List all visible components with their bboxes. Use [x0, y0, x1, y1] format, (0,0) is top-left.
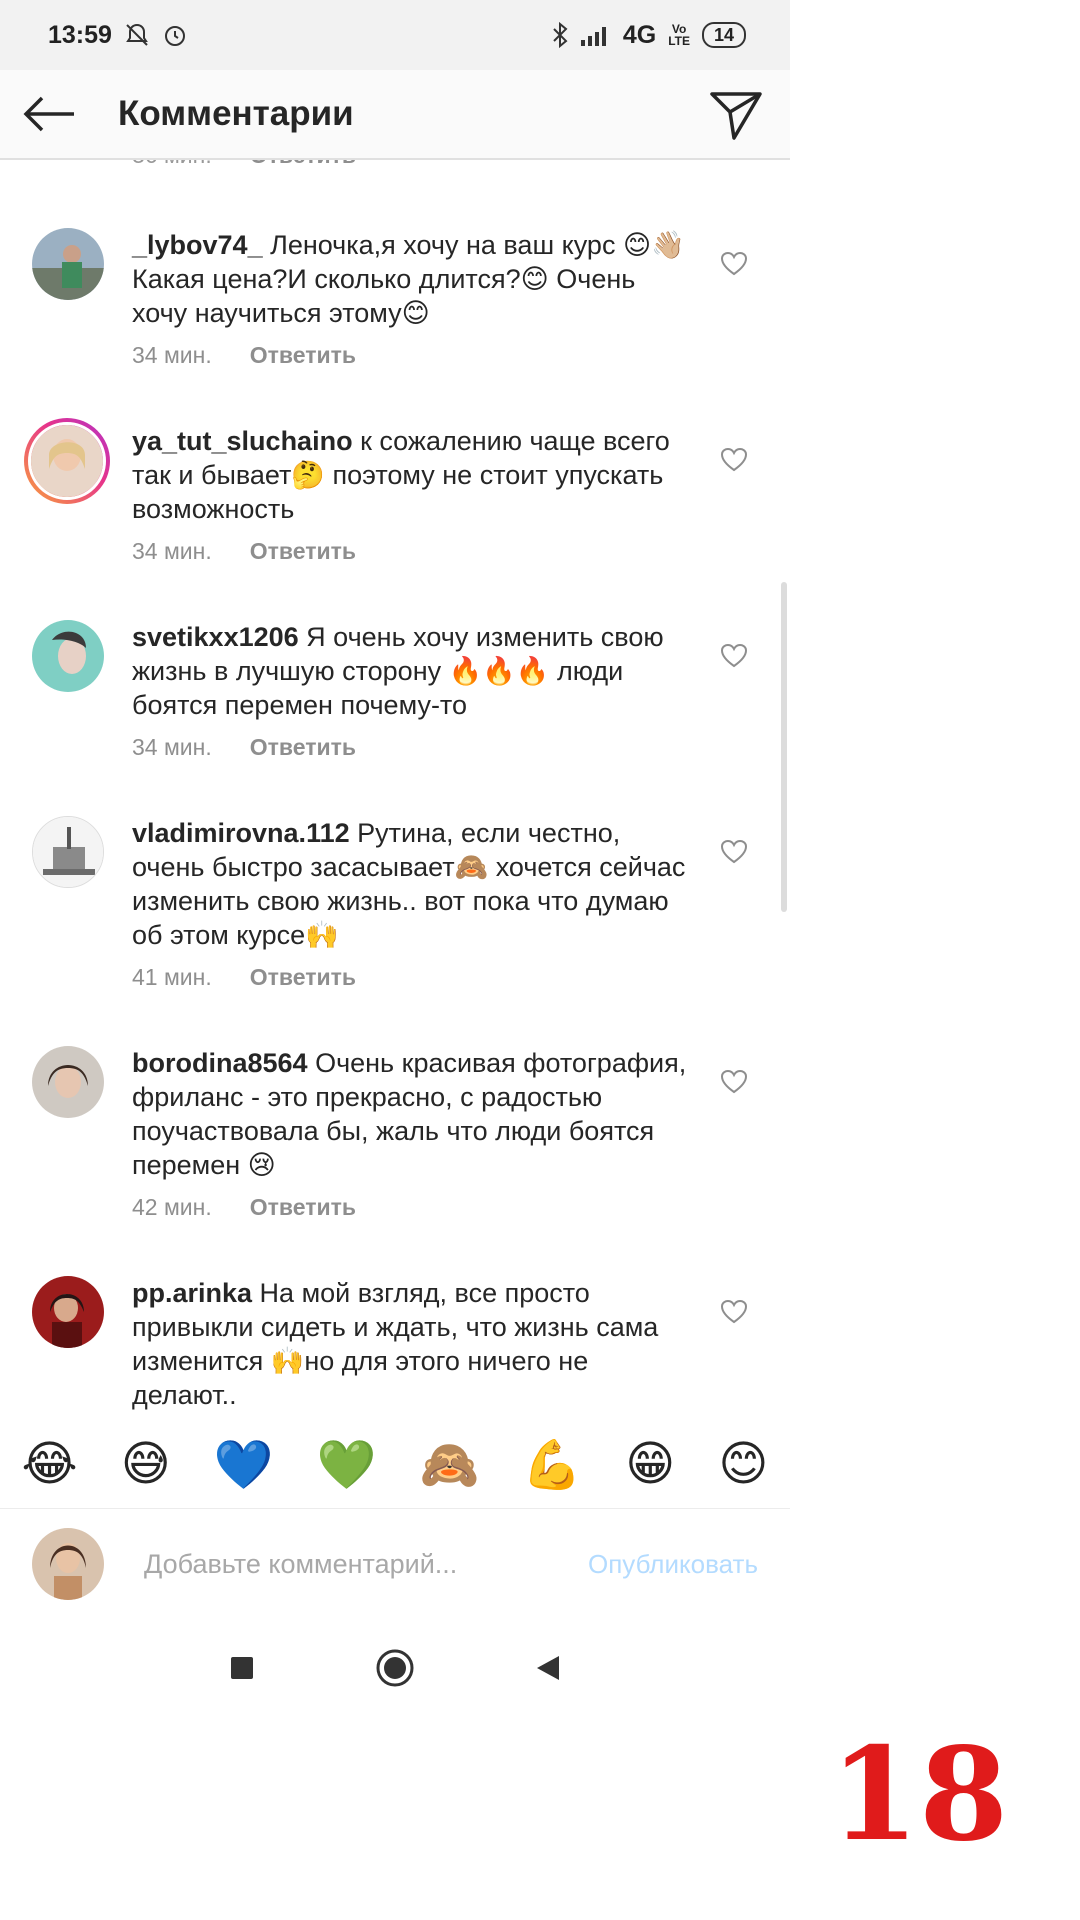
comment-meta: 34 мин. Ответить	[132, 732, 692, 762]
comment-meta: 34 мин. Ответить	[132, 536, 692, 566]
avatar[interactable]	[32, 1276, 104, 1348]
comment-username[interactable]: svetikxx1206	[132, 622, 299, 652]
emoji-quick-bar: 😂 😅 💙 💚 🙈 💪 😁 😊	[0, 1422, 790, 1506]
signal-icon	[580, 27, 606, 46]
comment-body: borodina8564 Очень красивая фотография, …	[132, 1046, 692, 1222]
comment-body: vladimirovna.112 Рутина, если честно, оч…	[132, 816, 692, 992]
comment-composer: Опубликовать	[0, 1508, 790, 1619]
comment-time: 41 мин.	[132, 964, 212, 990]
avatar[interactable]	[32, 620, 104, 692]
comment-body: _lybov74_ Леночка,я хочу на ваш курс 😊👋🏼…	[132, 228, 692, 370]
status-bar: 13:59 4G Vo LTE 14	[0, 0, 790, 70]
emoji-grin-button[interactable]: 😁	[625, 1436, 675, 1492]
battery-level: 14	[713, 25, 734, 45]
comment-body: svetikxx1206 Я очень хочу изменить свою …	[132, 620, 692, 762]
reply-button[interactable]: Ответить	[250, 342, 356, 368]
page-number: 18	[830, 1720, 1009, 1870]
reply-button[interactable]: Ответить	[250, 964, 356, 990]
comment-username[interactable]: borodina8564	[132, 1048, 308, 1078]
emoji-sweat-smile-button[interactable]: 😅	[121, 1436, 171, 1492]
status-right: 4G Vo LTE 14	[551, 21, 746, 50]
network-label: 4G	[622, 20, 657, 49]
like-heart-icon[interactable]	[720, 1068, 748, 1096]
like-heart-icon[interactable]	[720, 250, 748, 278]
comment-time: 34 мин.	[132, 342, 212, 368]
comment-meta: 41 мин. Ответить	[132, 962, 692, 992]
reply-button[interactable]: Ответить	[250, 734, 356, 760]
comment-time: 34 мин.	[132, 538, 212, 564]
like-heart-icon[interactable]	[720, 1298, 748, 1326]
volte-bottom: LTE	[668, 34, 690, 48]
like-heart-icon[interactable]	[720, 642, 748, 670]
reply-button[interactable]: Ответить	[250, 538, 356, 564]
bluetooth-icon	[553, 22, 568, 48]
recents-button[interactable]	[229, 1655, 255, 1686]
scrollbar[interactable]	[781, 582, 787, 912]
phone-screen: 13:59 4G Vo LTE 14 Комментарии _lybov74_…	[0, 0, 790, 1740]
comments-list[interactable]: 36 мин. Ответить _lybov74_ Леночка,я хочу…	[0, 160, 790, 1422]
home-button[interactable]	[375, 1648, 415, 1693]
avatar[interactable]	[32, 816, 104, 888]
emoji-muscle-button[interactable]: 💪	[522, 1436, 582, 1493]
status-time: 13:59	[48, 20, 112, 49]
avatar[interactable]	[32, 228, 104, 300]
app-header: Комментарии	[0, 70, 790, 160]
comment-time: 42 мин.	[132, 1194, 212, 1220]
comment-username[interactable]: ya_tut_sluchaino	[132, 426, 353, 456]
reply-button[interactable]: Ответить	[250, 160, 356, 168]
partial-comment-meta: 36 мин. Ответить	[132, 160, 356, 169]
emoji-green-heart-button[interactable]: 💚	[317, 1436, 377, 1493]
reply-button[interactable]: Ответить	[250, 1194, 356, 1220]
send-direct-icon[interactable]	[706, 84, 766, 144]
avatar[interactable]	[32, 1046, 104, 1118]
current-user-avatar	[32, 1528, 104, 1600]
comment-username[interactable]: vladimirovna.112	[132, 818, 350, 848]
volte-badge: Vo LTE	[668, 23, 690, 47]
battery-icon: 14	[701, 22, 746, 48]
comment-meta: 42 мин. Ответить	[132, 1192, 692, 1222]
comment-input[interactable]	[142, 1547, 526, 1581]
comment-time: 36 мин.	[132, 160, 212, 168]
publish-button[interactable]: Опубликовать	[588, 1549, 758, 1580]
page-title: Комментарии	[118, 94, 354, 133]
emoji-see-no-evil-button[interactable]: 🙈	[420, 1436, 480, 1493]
alarm-icon	[164, 26, 185, 46]
mute-icon	[126, 23, 148, 46]
avatar-story-ring[interactable]	[24, 418, 110, 504]
system-nav-bar	[0, 1620, 790, 1720]
comment-time: 34 мин.	[132, 734, 212, 760]
comment-meta: 34 мин. Ответить	[132, 340, 692, 370]
like-heart-icon[interactable]	[720, 446, 748, 474]
back-arrow-icon[interactable]	[16, 82, 80, 146]
emoji-blue-heart-button[interactable]: 💙	[214, 1436, 274, 1493]
like-heart-icon[interactable]	[720, 838, 748, 866]
comment-body: pp.arinka На мой взгляд, все просто прив…	[132, 1276, 692, 1412]
emoji-blush-button[interactable]: 😊	[718, 1436, 768, 1492]
comment-username[interactable]: _lybov74_	[132, 230, 263, 260]
comment-username[interactable]: pp.arinka	[132, 1278, 252, 1308]
emoji-laugh-button[interactable]: 😂	[22, 1436, 78, 1492]
comment-body: ya_tut_sluchaino к сожалению чаще всего …	[132, 424, 692, 566]
back-nav-button[interactable]	[535, 1654, 561, 1687]
